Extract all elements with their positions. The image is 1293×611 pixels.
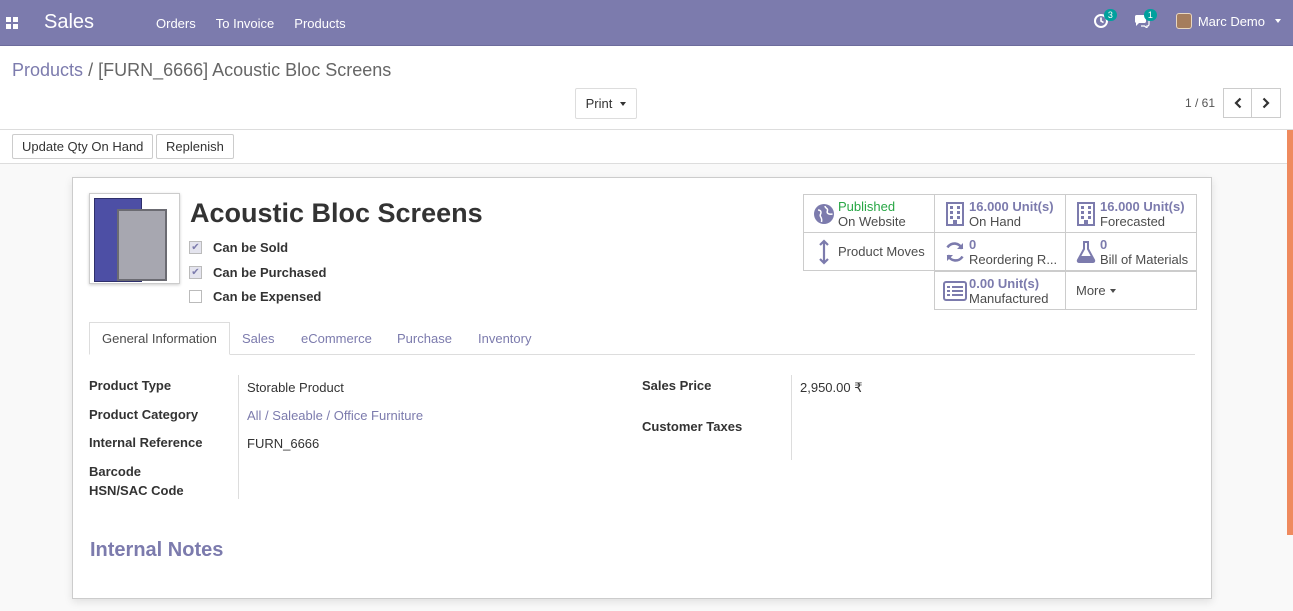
reordering-value: 0 [969, 236, 977, 252]
menu-item-to-invoice[interactable]: To Invoice [216, 16, 275, 31]
smart-buttons: Published On Website 16.000 Unit(s) On H… [803, 194, 1197, 312]
can-be-expensed-checkbox[interactable] [189, 290, 202, 303]
print-label: Print [585, 96, 613, 111]
chevron-down-icon [1109, 288, 1116, 293]
reordering-rules-button[interactable]: 0 Reordering R... [934, 232, 1066, 271]
internal-reference-field[interactable]: FURN_6666 [247, 436, 319, 451]
manufactured-button[interactable]: 0.00 Unit(s) Manufactured [934, 271, 1066, 310]
avatar [1175, 13, 1192, 29]
tab-inventory[interactable]: Inventory [466, 322, 543, 355]
breadcrumb: Products / [FURN_6666] Acoustic Bloc Scr… [12, 60, 391, 81]
barcode-label: Barcode [89, 464, 142, 479]
pager-value[interactable]: 1 / 61 [1185, 96, 1215, 110]
product-type-field[interactable]: Storable Product [247, 380, 344, 395]
bill-of-materials-button[interactable]: 0 Bill of Materials [1065, 232, 1197, 271]
reordering-label: Reordering R... [969, 251, 1058, 267]
menu-item-orders[interactable]: Orders [156, 16, 196, 31]
tab-ecommerce[interactable]: eCommerce [289, 322, 384, 355]
message-count-badge: 1 [1143, 9, 1157, 21]
notebook-tabs: General Information Sales eCommerce Purc… [89, 322, 1195, 355]
product-category-field[interactable]: All / Saleable / Office Furniture [247, 408, 423, 423]
product-category-label: Product Category [89, 407, 199, 422]
list-alt-icon [941, 280, 969, 301]
pager: 1 / 61 [1185, 88, 1281, 118]
on-hand-value: 16.000 Unit(s) [969, 198, 1054, 214]
print-button[interactable]: Print [575, 88, 637, 119]
activity-count-badge: 3 [1103, 9, 1117, 21]
building-icon [941, 201, 969, 226]
forecasted-label: Forecasted [1100, 213, 1166, 229]
published-label: On Website [838, 213, 906, 229]
user-name: Marc Demo [1197, 13, 1265, 29]
menu-item-products[interactable]: Products [294, 16, 345, 31]
can-be-purchased-checkbox[interactable]: ✔ [189, 266, 202, 279]
on-hand-button[interactable]: 16.000 Unit(s) On Hand [934, 194, 1066, 233]
can-be-sold-label: Can be Sold [213, 240, 289, 255]
can-be-sold-row: ✔ Can be Sold [189, 240, 288, 255]
replenish-button[interactable]: Replenish [156, 134, 234, 159]
field-separator [238, 375, 239, 499]
breadcrumb-separator: / [88, 60, 94, 80]
chevron-down-icon [620, 101, 627, 106]
systray: 3 1 Marc Demo [1093, 9, 1281, 29]
sales-price-field[interactable]: 2,950.00 ₹ [800, 380, 863, 396]
product-type-label: Product Type [89, 378, 172, 393]
can-be-purchased-label: Can be Purchased [213, 265, 327, 280]
can-be-purchased-row: ✔ Can be Purchased [189, 265, 326, 280]
can-be-expensed-label: Can be Expensed [213, 289, 322, 304]
internal-reference-label: Internal Reference [89, 435, 203, 450]
apps-menu-icon[interactable] [6, 17, 18, 29]
forecasted-value: 16.000 Unit(s) [1100, 198, 1185, 214]
refresh-icon [941, 241, 969, 263]
sales-price-label: Sales Price [642, 378, 712, 393]
tab-general-information[interactable]: General Information [89, 322, 230, 355]
flask-icon [1072, 240, 1100, 263]
tab-purchase[interactable]: Purchase [385, 322, 464, 355]
app-name[interactable]: Sales [44, 11, 94, 34]
messaging-button[interactable]: 1 [1134, 9, 1157, 28]
forecasted-button[interactable]: 16.000 Unit(s) Forecasted [1065, 194, 1197, 233]
manufactured-label: Manufactured [969, 290, 1049, 306]
breadcrumb-current: [FURN_6666] Acoustic Bloc Screens [98, 60, 392, 80]
bom-label: Bill of Materials [1100, 251, 1189, 267]
field-separator [791, 375, 792, 460]
pager-next-button[interactable] [1252, 88, 1281, 118]
can-be-sold-checkbox[interactable]: ✔ [189, 241, 202, 254]
published-status: Published [838, 198, 896, 214]
form-statusbar: Update Qty On Hand Replenish [0, 130, 1293, 164]
tab-sales[interactable]: Sales [230, 322, 287, 355]
user-menu[interactable]: Marc Demo [1175, 13, 1281, 29]
building-icon [1072, 201, 1100, 226]
chevron-left-icon [1233, 97, 1241, 109]
more-label: More [1076, 283, 1106, 298]
globe-icon [810, 203, 838, 225]
breadcrumb-products-link[interactable]: Products [12, 60, 83, 80]
customer-taxes-label: Customer Taxes [642, 419, 743, 434]
on-hand-label: On Hand [969, 213, 1022, 229]
product-moves-button[interactable]: Product Moves [803, 232, 935, 271]
update-qty-on-hand-button[interactable]: Update Qty On Hand [12, 134, 154, 159]
control-panel: Products / [FURN_6666] Acoustic Bloc Scr… [0, 46, 1293, 130]
chevron-down-icon [1275, 19, 1281, 23]
activity-button[interactable]: 3 [1093, 9, 1117, 28]
can-be-expensed-row: Can be Expensed [189, 289, 321, 304]
main-menu: Orders To Invoice Products [156, 16, 346, 31]
product-moves-label: Product Moves [838, 244, 925, 259]
scrollbar[interactable] [1287, 130, 1293, 535]
form-sheet: Acoustic Bloc Screens ✔ Can be Sold ✔ Ca… [72, 177, 1212, 599]
product-image-panel-front [117, 209, 167, 281]
hsn-sac-code-label: HSN/SAC Code [89, 483, 184, 498]
chevron-right-icon [1262, 97, 1270, 109]
internal-notes-heading: Internal Notes [90, 539, 224, 561]
top-navbar: Sales Orders To Invoice Products 3 1 Mar… [0, 0, 1293, 46]
product-name[interactable]: Acoustic Bloc Screens [190, 198, 483, 229]
bom-value: 0 [1100, 236, 1108, 252]
more-button[interactable]: More [1065, 271, 1197, 310]
pager-previous-button[interactable] [1223, 88, 1252, 118]
published-button[interactable]: Published On Website [803, 194, 935, 233]
product-image[interactable] [89, 193, 180, 284]
arrows-vertical-icon [810, 238, 838, 265]
manufactured-value: 0.00 Unit(s) [969, 275, 1040, 291]
